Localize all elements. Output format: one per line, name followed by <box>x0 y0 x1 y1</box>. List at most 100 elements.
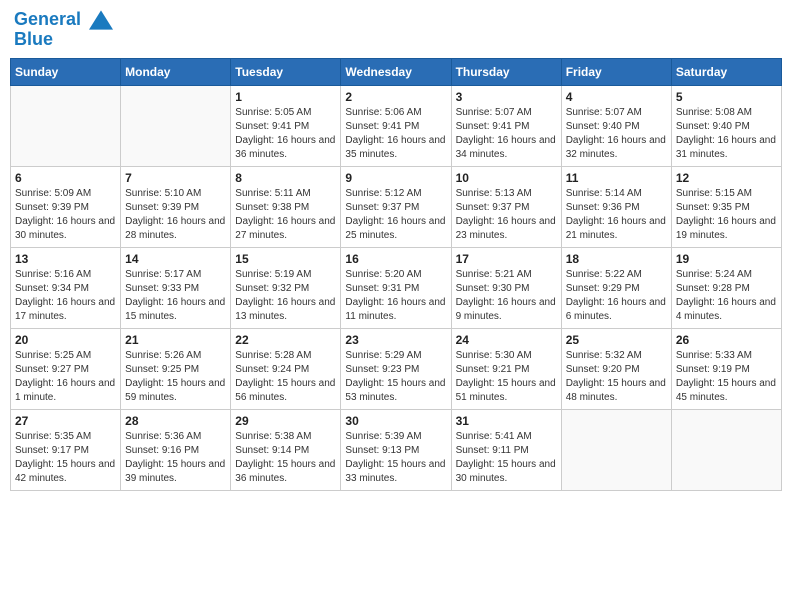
calendar-cell: 21 Sunrise: 5:26 AM Sunset: 9:25 PM Dayli… <box>121 329 231 410</box>
day-number: 19 <box>676 252 777 266</box>
day-number: 14 <box>125 252 226 266</box>
calendar-cell: 8 Sunrise: 5:11 AM Sunset: 9:38 PM Daylig… <box>231 167 341 248</box>
calendar-cell: 25 Sunrise: 5:32 AM Sunset: 9:20 PM Dayli… <box>561 329 671 410</box>
day-number: 3 <box>456 90 557 104</box>
day-number: 26 <box>676 333 777 347</box>
weekday-header: Thursday <box>451 59 561 86</box>
day-detail: Sunrise: 5:09 AM Sunset: 9:39 PM Dayligh… <box>15 187 116 243</box>
calendar-cell: 5 Sunrise: 5:08 AM Sunset: 9:40 PM Daylig… <box>671 86 781 167</box>
day-number: 9 <box>345 171 446 185</box>
day-number: 6 <box>15 171 116 185</box>
calendar-cell: 18 Sunrise: 5:22 AM Sunset: 9:29 PM Dayli… <box>561 248 671 329</box>
day-number: 1 <box>235 90 336 104</box>
calendar-cell: 3 Sunrise: 5:07 AM Sunset: 9:41 PM Daylig… <box>451 86 561 167</box>
calendar-cell: 31 Sunrise: 5:41 AM Sunset: 9:11 PM Dayli… <box>451 410 561 491</box>
day-number: 2 <box>345 90 446 104</box>
day-detail: Sunrise: 5:19 AM Sunset: 9:32 PM Dayligh… <box>235 268 336 324</box>
day-number: 10 <box>456 171 557 185</box>
day-number: 31 <box>456 414 557 428</box>
day-detail: Sunrise: 5:35 AM Sunset: 9:17 PM Dayligh… <box>15 430 116 486</box>
day-number: 7 <box>125 171 226 185</box>
day-number: 28 <box>125 414 226 428</box>
day-detail: Sunrise: 5:15 AM Sunset: 9:35 PM Dayligh… <box>676 187 777 243</box>
day-number: 5 <box>676 90 777 104</box>
day-detail: Sunrise: 5:32 AM Sunset: 9:20 PM Dayligh… <box>566 349 667 405</box>
weekday-header: Sunday <box>11 59 121 86</box>
calendar-cell: 16 Sunrise: 5:20 AM Sunset: 9:31 PM Dayli… <box>341 248 451 329</box>
calendar-cell: 10 Sunrise: 5:13 AM Sunset: 9:37 PM Dayli… <box>451 167 561 248</box>
day-detail: Sunrise: 5:16 AM Sunset: 9:34 PM Dayligh… <box>15 268 116 324</box>
day-number: 16 <box>345 252 446 266</box>
day-detail: Sunrise: 5:06 AM Sunset: 9:41 PM Dayligh… <box>345 106 446 162</box>
day-number: 29 <box>235 414 336 428</box>
day-number: 25 <box>566 333 667 347</box>
calendar-cell: 28Sunrise: 5:36 AM Sunset: 9:16 PM Dayli… <box>121 410 231 491</box>
calendar-cell: 20 Sunrise: 5:25 AM Sunset: 9:27 PM Dayli… <box>11 329 121 410</box>
calendar-cell <box>671 410 781 491</box>
calendar-cell: 13 Sunrise: 5:16 AM Sunset: 9:34 PM Dayli… <box>11 248 121 329</box>
day-number: 15 <box>235 252 336 266</box>
day-detail: Sunrise: 5:29 AM Sunset: 9:23 PM Dayligh… <box>345 349 446 405</box>
calendar-cell: 24 Sunrise: 5:30 AM Sunset: 9:21 PM Dayli… <box>451 329 561 410</box>
calendar-cell: 30Sunrise: 5:39 AM Sunset: 9:13 PM Dayli… <box>341 410 451 491</box>
calendar-cell: 4Sunrise: 5:07 AM Sunset: 9:40 PM Daylig… <box>561 86 671 167</box>
day-detail: Sunrise: 5:20 AM Sunset: 9:31 PM Dayligh… <box>345 268 446 324</box>
day-detail: Sunrise: 5:10 AM Sunset: 9:39 PM Dayligh… <box>125 187 226 243</box>
logo-subtext: Blue <box>14 30 113 50</box>
day-detail: Sunrise: 5:07 AM Sunset: 9:40 PM Dayligh… <box>566 106 667 162</box>
day-detail: Sunrise: 5:38 AM Sunset: 9:14 PM Dayligh… <box>235 430 336 486</box>
day-detail: Sunrise: 5:33 AM Sunset: 9:19 PM Dayligh… <box>676 349 777 405</box>
day-number: 24 <box>456 333 557 347</box>
day-detail: Sunrise: 5:11 AM Sunset: 9:38 PM Dayligh… <box>235 187 336 243</box>
calendar-cell: 9 Sunrise: 5:12 AM Sunset: 9:37 PM Daylig… <box>341 167 451 248</box>
day-number: 21 <box>125 333 226 347</box>
calendar-cell: 23 Sunrise: 5:29 AM Sunset: 9:23 PM Dayli… <box>341 329 451 410</box>
day-detail: Sunrise: 5:41 AM Sunset: 9:11 PM Dayligh… <box>456 430 557 486</box>
day-number: 27 <box>15 414 116 428</box>
weekday-header: Saturday <box>671 59 781 86</box>
page-header: General Blue <box>10 10 782 50</box>
day-detail: Sunrise: 5:12 AM Sunset: 9:37 PM Dayligh… <box>345 187 446 243</box>
day-number: 22 <box>235 333 336 347</box>
day-detail: Sunrise: 5:22 AM Sunset: 9:29 PM Dayligh… <box>566 268 667 324</box>
calendar-cell: 29 Sunrise: 5:38 AM Sunset: 9:14 PM Dayli… <box>231 410 341 491</box>
day-detail: Sunrise: 5:08 AM Sunset: 9:40 PM Dayligh… <box>676 106 777 162</box>
day-detail: Sunrise: 5:28 AM Sunset: 9:24 PM Dayligh… <box>235 349 336 405</box>
weekday-header: Wednesday <box>341 59 451 86</box>
day-number: 13 <box>15 252 116 266</box>
day-detail: Sunrise: 5:07 AM Sunset: 9:41 PM Dayligh… <box>456 106 557 162</box>
calendar-cell: 14 Sunrise: 5:17 AM Sunset: 9:33 PM Dayli… <box>121 248 231 329</box>
day-detail: Sunrise: 5:24 AM Sunset: 9:28 PM Dayligh… <box>676 268 777 324</box>
calendar-cell: 19 Sunrise: 5:24 AM Sunset: 9:28 PM Dayli… <box>671 248 781 329</box>
weekday-header: Friday <box>561 59 671 86</box>
calendar-cell: 1 Sunrise: 5:05 AM Sunset: 9:41 PM Daylig… <box>231 86 341 167</box>
day-number: 8 <box>235 171 336 185</box>
day-number: 12 <box>676 171 777 185</box>
logo-text: General <box>14 10 113 30</box>
calendar-cell: 15 Sunrise: 5:19 AM Sunset: 9:32 PM Dayli… <box>231 248 341 329</box>
day-number: 11 <box>566 171 667 185</box>
calendar-cell <box>561 410 671 491</box>
day-detail: Sunrise: 5:13 AM Sunset: 9:37 PM Dayligh… <box>456 187 557 243</box>
day-number: 30 <box>345 414 446 428</box>
day-number: 23 <box>345 333 446 347</box>
calendar-cell: 12 Sunrise: 5:15 AM Sunset: 9:35 PM Dayli… <box>671 167 781 248</box>
weekday-header: Tuesday <box>231 59 341 86</box>
calendar-cell: 11 Sunrise: 5:14 AM Sunset: 9:36 PM Dayli… <box>561 167 671 248</box>
day-number: 20 <box>15 333 116 347</box>
day-detail: Sunrise: 5:26 AM Sunset: 9:25 PM Dayligh… <box>125 349 226 405</box>
day-detail: Sunrise: 5:30 AM Sunset: 9:21 PM Dayligh… <box>456 349 557 405</box>
calendar-cell: 22 Sunrise: 5:28 AM Sunset: 9:24 PM Dayli… <box>231 329 341 410</box>
calendar-cell: 7 Sunrise: 5:10 AM Sunset: 9:39 PM Daylig… <box>121 167 231 248</box>
day-number: 17 <box>456 252 557 266</box>
day-detail: Sunrise: 5:25 AM Sunset: 9:27 PM Dayligh… <box>15 349 116 405</box>
day-detail: Sunrise: 5:14 AM Sunset: 9:36 PM Dayligh… <box>566 187 667 243</box>
calendar-cell: 26 Sunrise: 5:33 AM Sunset: 9:19 PM Dayli… <box>671 329 781 410</box>
day-detail: Sunrise: 5:17 AM Sunset: 9:33 PM Dayligh… <box>125 268 226 324</box>
calendar-cell <box>121 86 231 167</box>
day-number: 18 <box>566 252 667 266</box>
day-detail: Sunrise: 5:05 AM Sunset: 9:41 PM Dayligh… <box>235 106 336 162</box>
calendar-cell: 27 Sunrise: 5:35 AM Sunset: 9:17 PM Dayli… <box>11 410 121 491</box>
logo: General Blue <box>14 10 113 50</box>
day-detail: Sunrise: 5:21 AM Sunset: 9:30 PM Dayligh… <box>456 268 557 324</box>
